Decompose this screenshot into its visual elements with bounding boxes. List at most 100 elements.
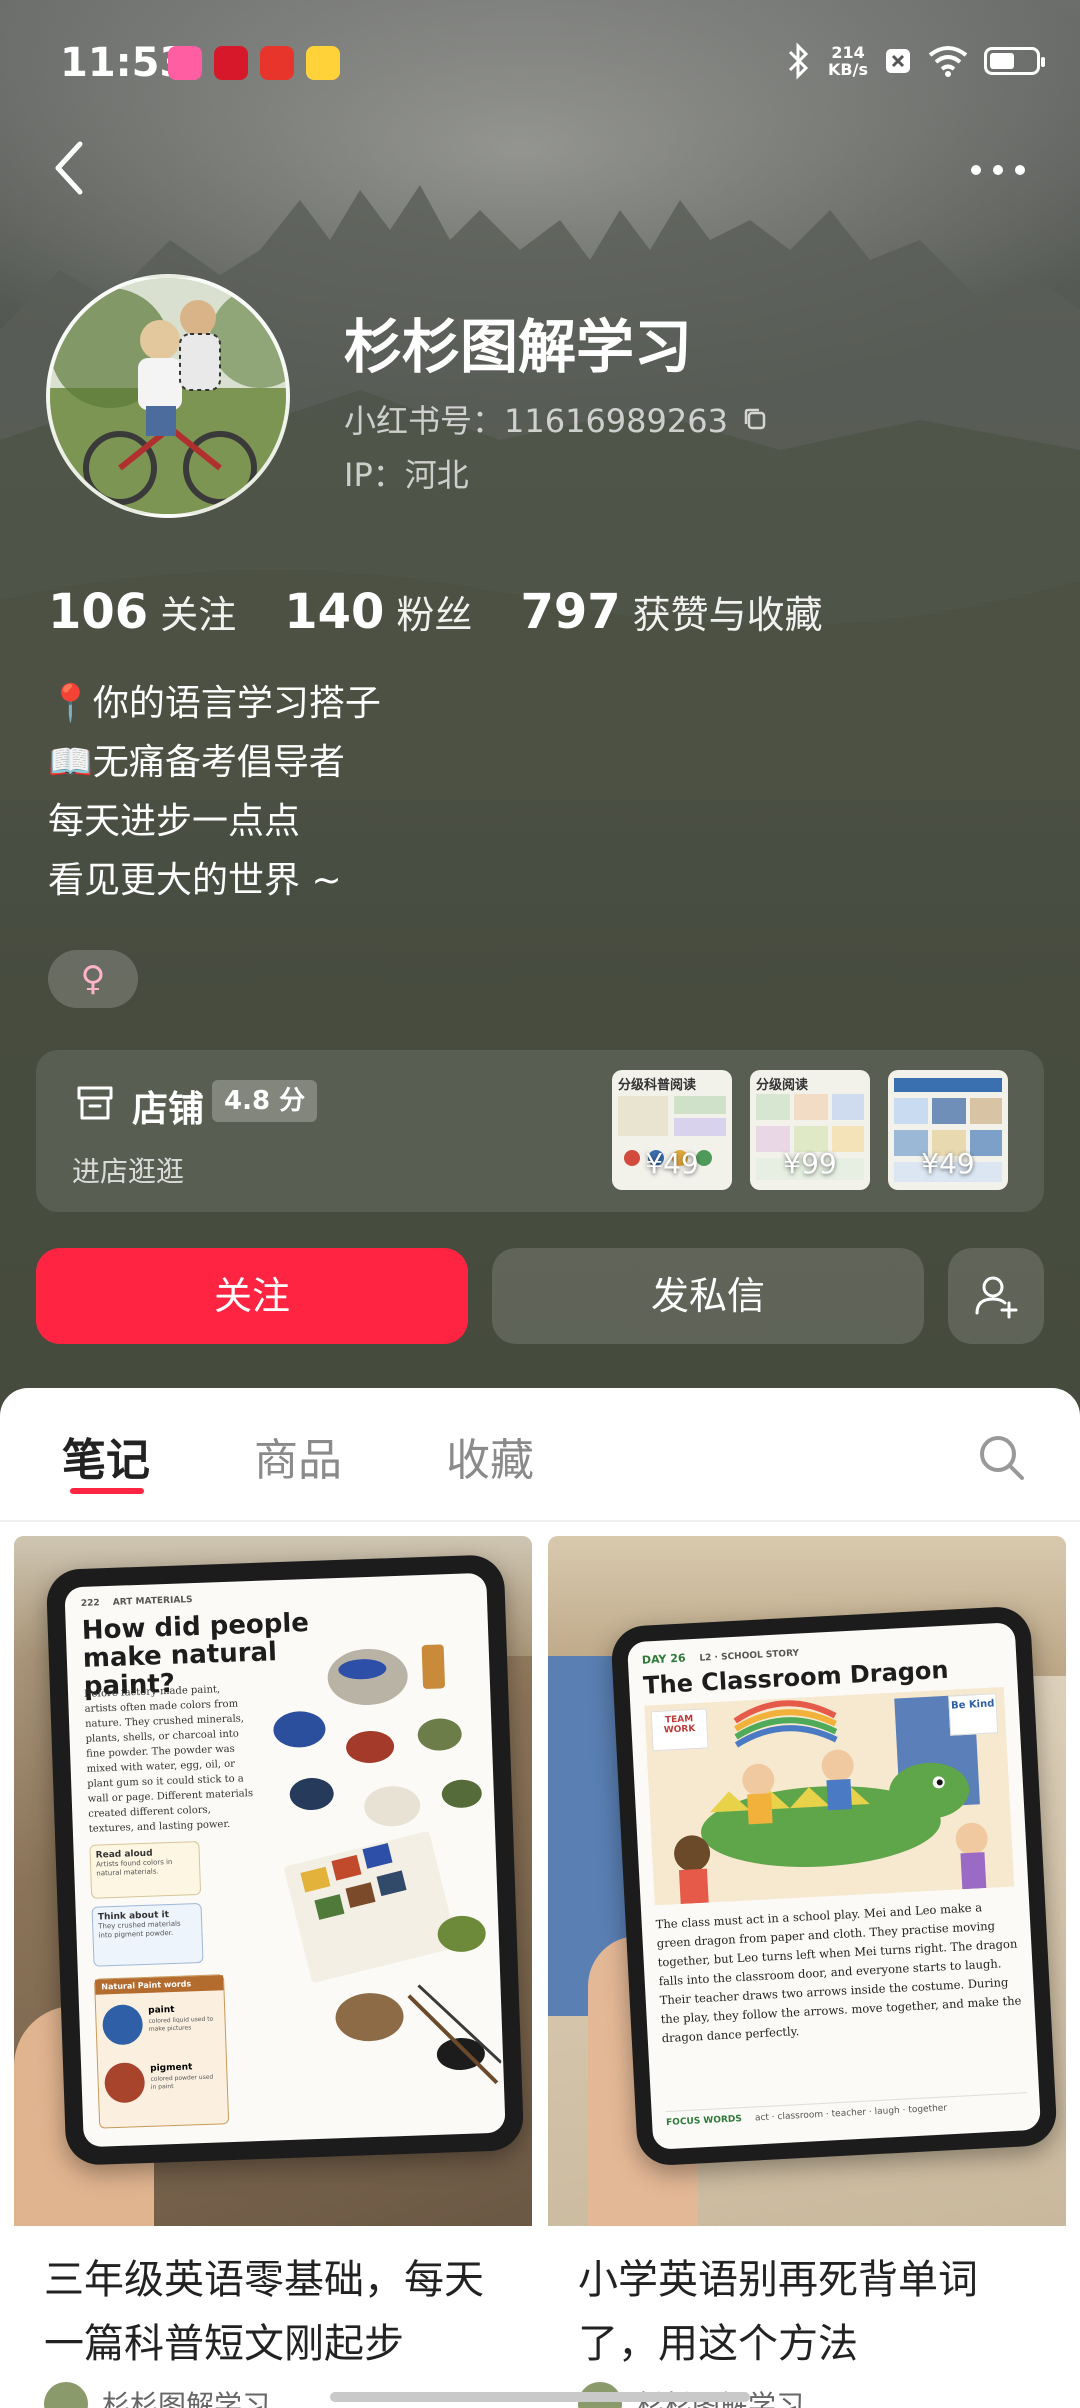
tablet-words-box: Natural Paint words paint colored liquid… — [94, 1974, 230, 2129]
bio-line: 📍你的语言学习搭子 — [48, 683, 381, 724]
tablet-poster: TEAM WORK — [650, 1708, 709, 1752]
note-author[interactable]: 杉杉图解学习 — [44, 2382, 270, 2408]
add-friend-button[interactable] — [948, 1248, 1044, 1344]
gender-tag: ♀ — [48, 950, 138, 1008]
profile-id-text: 小红书号：11616989263 — [344, 402, 728, 440]
notification-app-icons — [168, 46, 340, 80]
tablet-word-definition: colored powder used in paint — [150, 2073, 214, 2091]
app-notification-icon — [306, 46, 340, 80]
bio-line: 📖无痛备考倡导者 — [48, 742, 345, 783]
product-price: ¥49 — [645, 1147, 699, 1180]
avatar[interactable] — [46, 274, 290, 518]
tablet-device: 222 ART MATERIALS How did people make na… — [45, 1554, 525, 2166]
tab-products[interactable]: 商品 — [254, 1424, 342, 1488]
note-card[interactable]: DAY 26 L2 · SCHOOL STORY The Classroom D… — [548, 1536, 1066, 2408]
tablet-words-title: Natural Paint words — [95, 1975, 224, 1995]
tablet-body: Before factory-made paint, artists often… — [83, 1684, 254, 1835]
stat-number: 140 — [284, 584, 385, 640]
status-bar: 11:53 214 KB/s — [60, 36, 1045, 92]
note-title: 小学英语别再死背单词了，用这个方法 — [578, 2257, 978, 2367]
note-title: 三年级英语零基础，每天一篇科普短文刚起步 — [44, 2257, 484, 2367]
app-notification-icon — [260, 46, 294, 80]
note-card[interactable]: 222 ART MATERIALS How did people make na… — [14, 1536, 532, 2408]
shop-product-thumb[interactable]: 分级科普阅读 ¥49 — [612, 1070, 732, 1190]
bluetooth-icon — [788, 42, 809, 80]
stat-label: 获赞与收藏 — [632, 593, 823, 637]
more-dots-icon[interactable] — [968, 160, 1028, 180]
female-icon: ♀ — [80, 959, 106, 999]
note-cover-image: 222 ART MATERIALS How did people make na… — [14, 1536, 532, 2226]
stat-following[interactable]: 106 关注 — [48, 584, 236, 640]
tablet-screen: 222 ART MATERIALS How did people make na… — [64, 1572, 506, 2148]
tablet-page-number: 222 — [80, 1598, 100, 1609]
status-right-icons: 214 KB/s — [786, 42, 1045, 80]
profile-tabs: 笔记 商品 收藏 — [0, 1388, 1080, 1522]
tablet-word: pigment — [150, 2062, 193, 2074]
profile-stats: 106 关注 140 粉丝 797 获赞与收藏 — [48, 584, 823, 640]
stat-number: 106 — [48, 584, 149, 640]
store-icon — [77, 1086, 113, 1120]
tab-collections[interactable]: 收藏 — [446, 1424, 534, 1488]
add-friend-icon — [975, 1276, 1018, 1319]
shop-title: 店铺 — [132, 1089, 205, 1130]
tablet-page-header: 222 ART MATERIALS — [81, 1595, 193, 1609]
copy-icon[interactable] — [742, 406, 768, 432]
product-price: ¥99 — [783, 1147, 837, 1180]
app-notification-icon — [214, 46, 248, 80]
profile-id: 小红书号：11616989263 — [344, 396, 768, 442]
tablet-screen: DAY 26 L2 · SCHOOL STORY The Classroom D… — [626, 1622, 1042, 2150]
tablet-focus-words: FOCUS WORDS act · classroom · teacher · … — [665, 2092, 1029, 2138]
message-button[interactable]: 发私信 — [492, 1248, 924, 1344]
wifi-icon — [928, 46, 968, 77]
author-avatar — [44, 2382, 88, 2408]
shop-card[interactable]: 店铺 4.8 分 进店逛逛 分级科普阅读 ¥49 分级阅读 ¥99 ¥49 — [36, 1050, 1044, 1212]
note-cover-image: DAY 26 L2 · SCHOOL STORY The Classroom D… — [548, 1536, 1066, 2226]
tablet-device: DAY 26 L2 · SCHOOL STORY The Classroom D… — [610, 1605, 1058, 2167]
tablet-think-box: Think about it They crushed materials in… — [91, 1902, 204, 1967]
profile-name: 杉杉图解学习 — [344, 313, 693, 381]
paint-materials-illustration — [273, 1644, 503, 2085]
tablet-focus-label: FOCUS WORDS — [665, 2114, 743, 2129]
app-notification-icon — [168, 46, 202, 80]
shop-subtitle: 进店逛逛 — [72, 1155, 185, 1188]
network-speed-unit: KB/s — [828, 60, 868, 79]
home-indicator[interactable] — [330, 2392, 750, 2402]
stat-likes-and-saves[interactable]: 797 获赞与收藏 — [520, 584, 822, 640]
profile-ip-location: IP：河北 — [344, 456, 469, 494]
tablet-poster: Be Kind — [948, 1693, 999, 1736]
stat-number: 797 — [520, 584, 621, 640]
follow-button[interactable]: 关注 — [36, 1248, 468, 1344]
sim-disabled-icon — [886, 49, 910, 73]
battery-icon — [984, 47, 1045, 75]
avatar-photo-kids-on-bike — [50, 278, 286, 514]
content-panel: 笔记 商品 收藏 222 ART MATERIALS How did peopl… — [0, 1388, 1080, 2408]
shop-product-thumb[interactable]: 分级阅读 ¥99 — [750, 1070, 870, 1190]
active-tab-indicator — [70, 1488, 144, 1494]
tablet-tag: L2 · SCHOOL STORY — [699, 1648, 800, 1664]
stat-followers[interactable]: 140 粉丝 — [284, 584, 472, 640]
back-arrow-icon[interactable] — [50, 138, 90, 198]
paint-swatch — [101, 2004, 144, 2046]
shop-product-thumbnails: 分级科普阅读 ¥49 分级阅读 ¥99 ¥49 — [612, 1070, 1008, 1190]
network-speed-value: 214 — [831, 43, 865, 62]
shop-product-thumb[interactable]: ¥49 — [888, 1070, 1008, 1190]
shop-rating-badge: 4.8 分 — [212, 1080, 318, 1122]
bio-line: 看见更大的世界 ~ — [48, 860, 342, 901]
tablet-section: ART MATERIALS — [112, 1595, 193, 1608]
tablet-body: The class must act in a school play. Mei… — [655, 1900, 1022, 2046]
tablet-word: paint — [148, 2004, 175, 2016]
author-name: 杉杉图解学习 — [102, 2389, 271, 2408]
tablet-day: DAY 26 — [641, 1651, 686, 1667]
search-icon[interactable] — [976, 1432, 1028, 1484]
tablet-box-text: Artists found colors in natural material… — [95, 1857, 173, 1878]
product-price: ¥49 — [921, 1147, 975, 1180]
tablet-focus-list: act · classroom · teacher · laugh · toge… — [754, 2103, 948, 2124]
tablet-day-header: DAY 26 L2 · SCHOOL STORY — [642, 1646, 800, 1667]
tab-notes[interactable]: 笔记 — [62, 1424, 150, 1488]
tablet-word-definition: colored liquid used to make pictures — [148, 2015, 214, 2033]
profile-page: 11:53 214 KB/s 杉杉图解学习 小红书号：11616989263 I… — [0, 0, 1080, 2408]
network-speed: 214 KB/s — [828, 44, 868, 78]
stat-label: 关注 — [160, 593, 237, 637]
tablet-read-aloud-box: Read aloud Artists found colors in natur… — [89, 1840, 202, 1899]
bio-line: 每天进步一点点 — [48, 801, 301, 842]
